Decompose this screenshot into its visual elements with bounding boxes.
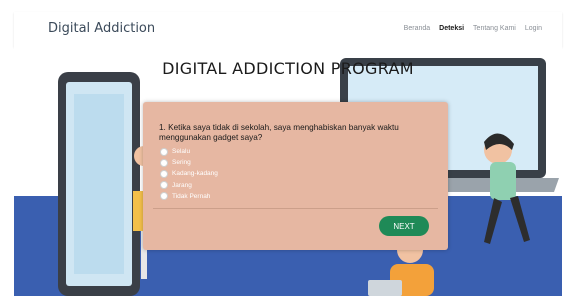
radio-button[interactable] [160,147,168,156]
radio-button[interactable] [160,181,168,190]
option-jarang[interactable]: Jarang [160,180,218,191]
option-selalu[interactable]: Selalu [160,146,218,157]
phone-illustration [58,72,140,296]
card-divider [153,208,438,209]
nav-link-deteksi[interactable]: Deteksi [439,25,464,32]
option-label: Selalu [172,148,191,156]
radio-button[interactable] [160,158,168,167]
option-label: Sering [172,159,191,167]
next-button[interactable]: NEXT [379,216,429,236]
radio-button[interactable] [160,192,168,201]
nav-link-login[interactable]: Login [525,25,542,32]
option-label: Kadang-kadang [172,170,218,178]
nav-link-beranda[interactable]: Beranda [404,25,430,32]
answer-options: Selalu Sering Kadang-kadang Jarang Tidak… [160,146,218,202]
option-tidak-pernah[interactable]: Tidak Pernah [160,191,218,202]
option-kadang-kadang[interactable]: Kadang-kadang [160,168,218,179]
question-card: 1. Ketika saya tidak di sekolah, saya me… [143,102,448,250]
navbar: Digital Addiction Beranda Deteksi Tentan… [14,12,562,47]
nav-link-tentang-kami[interactable]: Tentang Kami [473,25,516,32]
nav-links: Beranda Deteksi Tentang Kami Login [404,25,542,32]
brand-logo-text[interactable]: Digital Addiction [48,21,155,36]
page-title: DIGITAL ADDICTION PROGRAM [162,59,414,78]
option-label: Tidak Pernah [172,192,211,200]
question-text: 1. Ketika saya tidak di sekolah, saya me… [159,123,399,142]
option-label: Jarang [172,181,192,189]
hero-section: DIGITAL ADDICTION PROGRAM 1. Ketika saya… [14,46,562,296]
radio-button[interactable] [160,169,168,178]
option-sering[interactable]: Sering [160,157,218,168]
